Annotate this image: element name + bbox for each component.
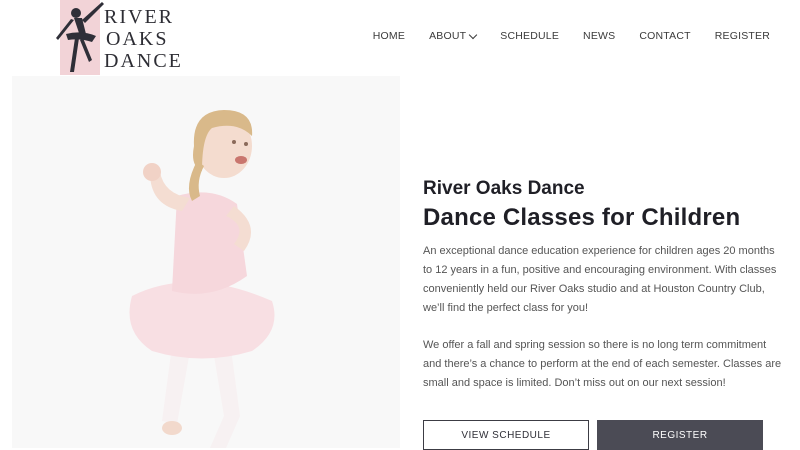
nav-schedule-label: SCHEDULE <box>500 30 560 42</box>
nav-news[interactable]: NEWS <box>583 30 615 42</box>
hero-paragraph-2: We offer a fall and spring session so th… <box>423 339 782 389</box>
logo-line-3: DANCE <box>104 50 183 72</box>
hero-paragraph-1: An exceptional dance education experienc… <box>423 245 777 314</box>
register-button[interactable]: REGISTER <box>597 420 763 450</box>
hero-buttons: VIEW SCHEDULE REGISTER <box>423 420 763 450</box>
nav-contact[interactable]: CONTACT <box>639 30 690 42</box>
logo-wordmark: RIVER OAKS DANCE <box>104 6 183 72</box>
logo-line-2: OAKS <box>106 28 169 50</box>
dancing-girl-illustration <box>12 76 400 448</box>
hero-content: River Oaks Dance Dance Classes for Child… <box>423 178 783 411</box>
nav-news-label: NEWS <box>583 30 616 42</box>
hero-subtitle: River Oaks Dance <box>423 178 585 199</box>
nav-about-label: ABOUT <box>429 30 467 42</box>
chevron-down-icon <box>469 30 478 39</box>
main-nav: HOME ABOUT SCHEDULE NEWS CONTACT REGISTE… <box>373 30 770 42</box>
logo-line-1: RIVER <box>104 6 174 28</box>
hero-title: Dance Classes for Children <box>423 204 741 231</box>
nav-contact-label: CONTACT <box>639 30 691 42</box>
hero-photo <box>12 76 400 448</box>
view-schedule-button[interactable]: VIEW SCHEDULE <box>423 420 589 450</box>
nav-home[interactable]: HOME <box>373 30 405 42</box>
nav-register[interactable]: REGISTER <box>715 30 770 42</box>
nav-register-label: REGISTER <box>714 30 770 42</box>
nav-about[interactable]: ABOUT <box>429 30 478 42</box>
nav-schedule[interactable]: SCHEDULE <box>500 30 559 42</box>
nav-home-label: HOME <box>372 30 406 42</box>
logo[interactable]: RIVER OAKS DANCE <box>52 0 212 75</box>
